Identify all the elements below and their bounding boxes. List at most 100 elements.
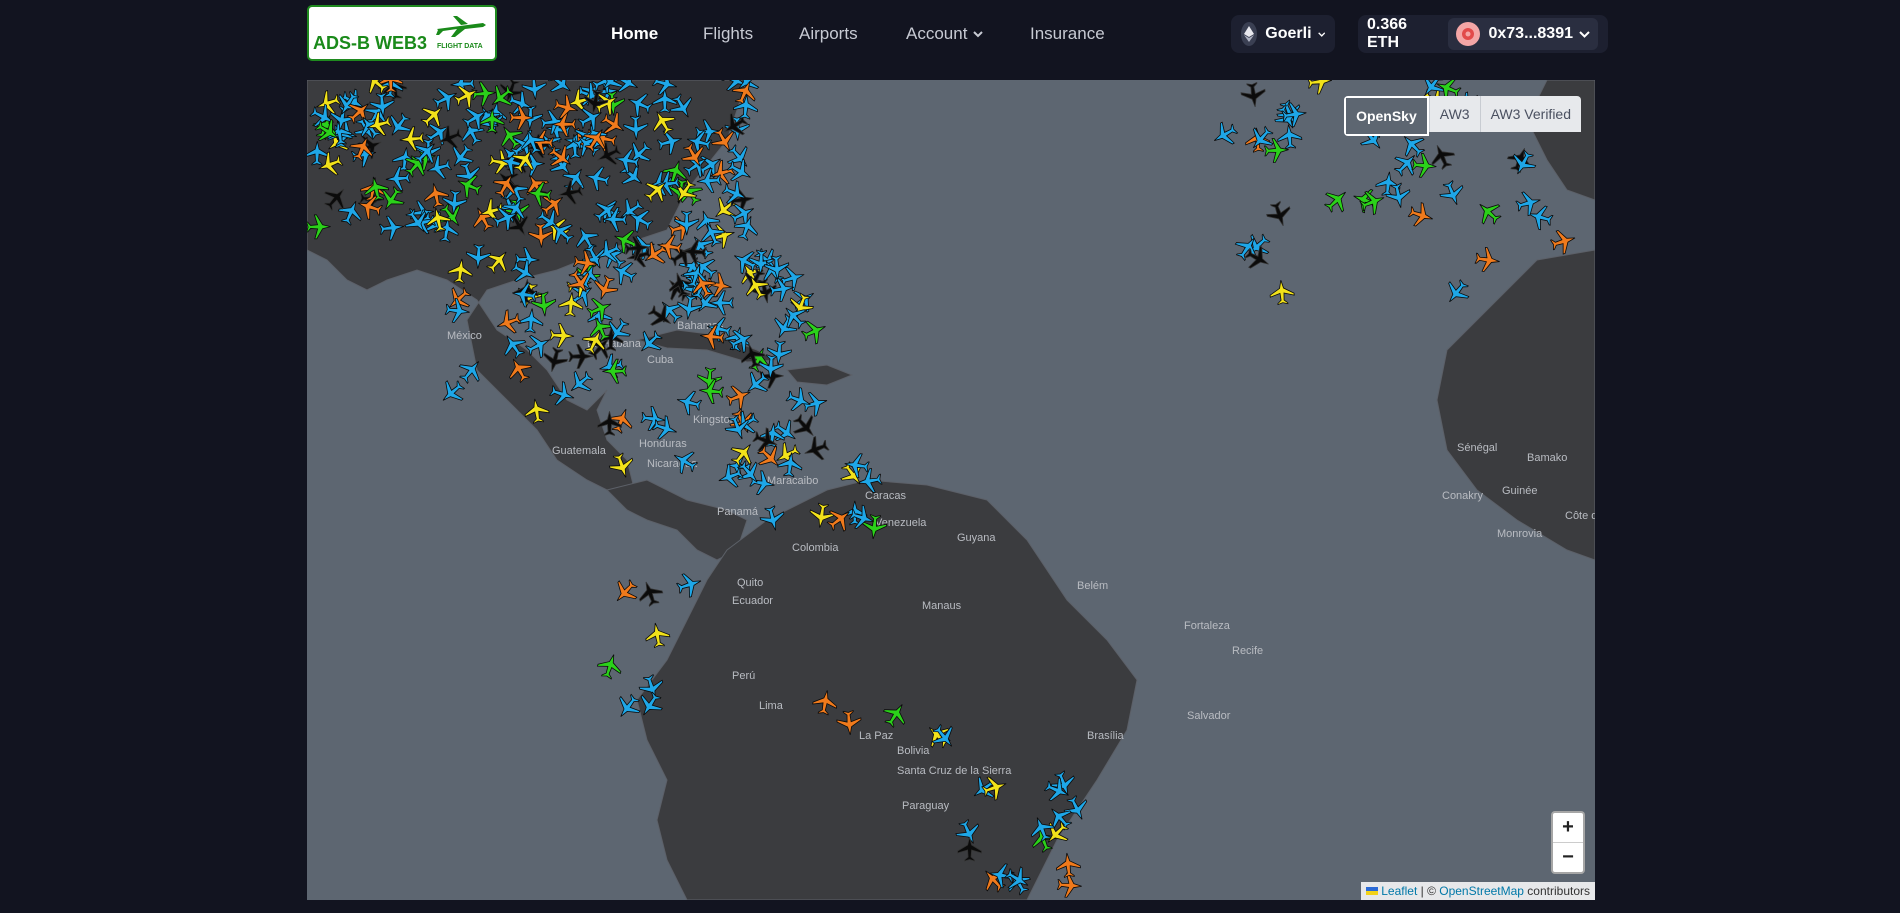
aircraft-icon[interactable]: [674, 388, 703, 417]
aircraft-icon[interactable]: [656, 127, 685, 156]
aircraft-icon[interactable]: [616, 159, 650, 193]
aircraft-icon[interactable]: [856, 467, 883, 494]
aircraft-icon[interactable]: [623, 115, 649, 141]
aircraft-icon[interactable]: [454, 354, 488, 388]
aircraft-icon[interactable]: [633, 326, 667, 360]
aircraft-icon[interactable]: [602, 358, 628, 384]
zoom-out-button[interactable]: −: [1553, 843, 1583, 872]
aircraft-icon[interactable]: [611, 690, 645, 724]
aircraft-icon[interactable]: [481, 244, 515, 278]
wallet-button[interactable]: 0x73...8391: [1448, 18, 1598, 50]
aircraft-icon[interactable]: [733, 94, 759, 120]
nav-home[interactable]: Home: [611, 24, 658, 44]
balance-text: 0.366 ETH: [1367, 16, 1408, 51]
aircraft-icon[interactable]: [1269, 279, 1295, 306]
aircraft-icon[interactable]: [466, 243, 492, 269]
aircraft-icon[interactable]: [528, 222, 554, 248]
aircraft-icon[interactable]: [1549, 226, 1579, 256]
aircraft-icon[interactable]: [927, 720, 961, 754]
aircraft-icon[interactable]: [1208, 118, 1241, 151]
aircraft-icon[interactable]: [1264, 199, 1295, 230]
aircraft-icon[interactable]: [422, 181, 450, 209]
nav-insurance[interactable]: Insurance: [1030, 24, 1105, 44]
ukraine-flag-icon: [1366, 887, 1379, 895]
aircraft-icon[interactable]: [1055, 852, 1081, 879]
aircraft-icon[interactable]: [1357, 186, 1388, 217]
leaflet-link[interactable]: Leaflet: [1381, 884, 1417, 898]
nav-account-label: Account: [906, 24, 968, 43]
aircraft-icon[interactable]: [674, 569, 704, 599]
aircraft-icon[interactable]: [1276, 123, 1303, 150]
aircraft-icon[interactable]: [497, 329, 530, 362]
aircraft-icon[interactable]: [597, 411, 622, 436]
flight-map[interactable]: La Habana Cuba Bahamas México Guatemala …: [307, 80, 1595, 900]
aircraft-icon[interactable]: [799, 315, 831, 347]
aircraft-icon[interactable]: [444, 297, 471, 324]
aircraft-icon[interactable]: [1240, 81, 1267, 108]
aircraft-icon[interactable]: [503, 353, 536, 386]
aircraft-icon[interactable]: [635, 578, 666, 609]
aircraft-icon[interactable]: [307, 214, 331, 240]
account-wallet-pill[interactable]: 0.366 ETH 0x73...8391: [1358, 15, 1608, 53]
aircraft-layer: [307, 80, 1579, 899]
aircraft-icon[interactable]: [608, 575, 642, 609]
aircraft-icon[interactable]: [1411, 152, 1437, 179]
aircraft-icon[interactable]: [607, 451, 638, 482]
aircraft-icon[interactable]: [674, 210, 700, 236]
aircraft-icon[interactable]: [957, 836, 982, 862]
aircraft-icon[interactable]: [836, 709, 862, 736]
zoom-control: + −: [1551, 811, 1585, 874]
layer-opensky-button[interactable]: OpenSky: [1344, 96, 1429, 136]
aircraft-icon[interactable]: [544, 80, 578, 100]
aircraft-icon[interactable]: [724, 381, 755, 412]
aircraft-icon[interactable]: [811, 688, 839, 716]
layer-aw3-button[interactable]: AW3: [1428, 96, 1480, 132]
aircraft-icon[interactable]: [801, 434, 832, 465]
aircraft-icon[interactable]: [1440, 275, 1474, 309]
aircraft-icon[interactable]: [583, 164, 612, 193]
zoom-in-button[interactable]: +: [1553, 813, 1583, 843]
aircraft-icon[interactable]: [1472, 195, 1506, 229]
aircraft-icon[interactable]: [1056, 872, 1083, 899]
layer-switcher: OpenSky AW3 AW3 Verified: [1344, 96, 1581, 136]
aircraft-icon[interactable]: [668, 445, 701, 478]
aircraft-icon[interactable]: [624, 88, 655, 119]
aircraft-icon[interactable]: [378, 214, 406, 241]
aircraft-icon[interactable]: [518, 307, 544, 334]
ethereum-icon: [1241, 22, 1258, 46]
logo-subtitle: FLIGHT DATA: [437, 43, 483, 50]
aircraft-icon[interactable]: [523, 397, 550, 424]
aircraft-icon[interactable]: [637, 673, 667, 703]
aircraft-icon[interactable]: [823, 502, 857, 536]
aircraft-icon[interactable]: [493, 307, 524, 338]
aircraft-icon[interactable]: [1437, 178, 1468, 209]
aircraft-icon[interactable]: [1474, 246, 1501, 273]
aircraft-icon[interactable]: [1320, 183, 1354, 217]
aircraft-icon[interactable]: [540, 345, 569, 374]
aircraft-icon[interactable]: [634, 688, 667, 721]
aircraft-icon[interactable]: [784, 385, 815, 416]
aircraft-icon[interactable]: [597, 352, 625, 380]
layer-aw3-verified-button[interactable]: AW3 Verified: [1479, 96, 1581, 132]
nav-flights[interactable]: Flights: [703, 24, 753, 44]
network-selector[interactable]: Goerli: [1231, 15, 1335, 53]
aircraft-icon[interactable]: [879, 698, 912, 731]
nav-account[interactable]: Account: [906, 24, 984, 44]
aircraft-icon[interactable]: [644, 300, 677, 333]
nav-airports[interactable]: Airports: [799, 24, 858, 44]
aircraft-icon[interactable]: [1406, 200, 1436, 230]
aircraft-icon[interactable]: [758, 504, 787, 533]
chevron-down-icon: [1317, 31, 1325, 37]
aircraft-icon[interactable]: [980, 772, 1011, 803]
aircraft-icon[interactable]: [1306, 80, 1334, 95]
aircraft-icon[interactable]: [435, 376, 469, 410]
aircraft-icon[interactable]: [1061, 793, 1093, 825]
aircraft-icon[interactable]: [643, 621, 671, 649]
aircraft-icon[interactable]: [447, 257, 474, 284]
aircraft-icon[interactable]: [547, 379, 577, 409]
osm-link[interactable]: OpenStreetMap: [1439, 884, 1524, 898]
logo[interactable]: ADS-B WEB3 FLIGHT DATA: [307, 5, 497, 61]
aircraft-icon[interactable]: [521, 80, 547, 101]
aircraft-icon[interactable]: [549, 322, 575, 348]
aircraft-icon[interactable]: [595, 651, 625, 681]
